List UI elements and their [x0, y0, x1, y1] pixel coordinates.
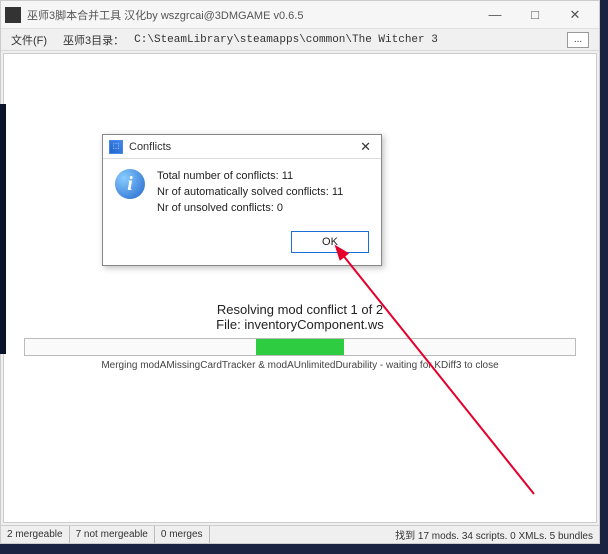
maximize-button[interactable]: □ — [515, 2, 555, 28]
titlebar[interactable]: 巫师3脚本合并工具 汉化by wszgrcai@3DMGAME v0.6.5 —… — [1, 1, 599, 29]
content-area: Resolving mod conflict 1 of 2 File: inve… — [3, 53, 597, 523]
main-window: 巫师3脚本合并工具 汉化by wszgrcai@3DMGAME v0.6.5 —… — [0, 0, 600, 544]
conflicts-auto: Nr of automatically solved conflicts: 11 — [157, 185, 343, 201]
resolving-line: Resolving mod conflict 1 of 2 — [4, 302, 596, 317]
close-button[interactable]: ✕ — [555, 2, 595, 28]
window-title: 巫师3脚本合并工具 汉化by wszgrcai@3DMGAME v0.6.5 — [27, 7, 475, 23]
file-line: File: inventoryComponent.ws — [4, 317, 596, 332]
progress-area: Resolving mod conflict 1 of 2 File: inve… — [4, 302, 596, 371]
conflicts-unsolved: Nr of unsolved conflicts: 0 — [157, 201, 343, 217]
merge-status-line: Merging modAMissingCardTracker & modAUnl… — [4, 360, 596, 371]
progress-bar — [24, 338, 576, 356]
statusbar: 2 mergeable 7 not mergeable 0 merges 找到 … — [1, 525, 599, 543]
menubar: 文件(F) 巫师3目录： C:\SteamLibrary\steamapps\c… — [1, 29, 599, 51]
dialog-close-button[interactable]: ✕ — [356, 139, 375, 155]
ok-button[interactable]: OK — [291, 231, 369, 253]
minimize-button[interactable]: — — [475, 2, 515, 28]
app-icon — [5, 7, 21, 23]
directory-label: 巫师3目录： — [63, 32, 124, 48]
dialog-title: Conflicts — [129, 141, 356, 153]
conflicts-total: Total number of conflicts: 11 — [157, 169, 343, 185]
progress-fill — [256, 339, 344, 355]
dialog-app-icon: ⬚ — [109, 140, 123, 154]
directory-path: C:\SteamLibrary\steamapps\common\The Wit… — [134, 34, 567, 46]
status-mergeable: 2 mergeable — [1, 526, 70, 543]
menu-file[interactable]: 文件(F) — [11, 32, 47, 48]
browse-button[interactable]: ... — [567, 32, 589, 48]
status-summary: 找到 17 mods. 34 scripts. 0 XMLs. 5 bundle… — [389, 527, 599, 542]
dialog-titlebar[interactable]: ⬚ Conflicts ✕ — [103, 135, 381, 159]
info-icon: i — [115, 169, 145, 199]
dialog-text: Total number of conflicts: 11 Nr of auto… — [157, 169, 343, 217]
status-merges: 0 merges — [155, 526, 210, 543]
status-not-mergeable: 7 not mergeable — [70, 526, 155, 543]
conflicts-dialog: ⬚ Conflicts ✕ i Total number of conflict… — [102, 134, 382, 266]
